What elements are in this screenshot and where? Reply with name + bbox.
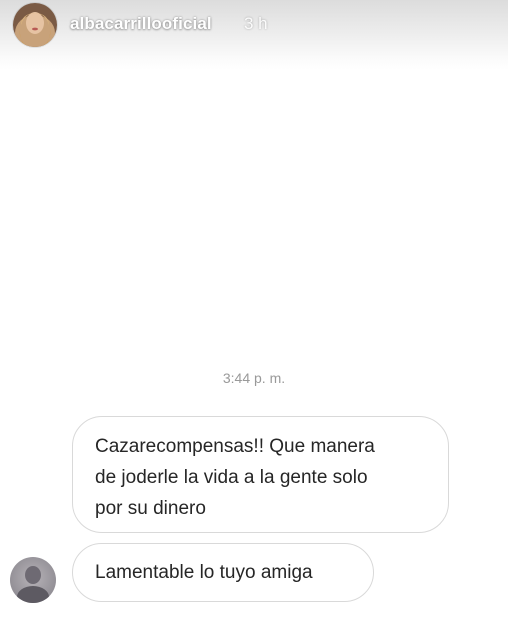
- message-line: Cazarecompensas!! Que manera: [95, 436, 375, 457]
- story-header: albacarrillooficial 3 h: [0, 0, 508, 70]
- message-line: de joderle la vida a la gente solo: [95, 467, 368, 488]
- sender-avatar[interactable]: [10, 557, 56, 603]
- message-bubble[interactable]: Cazarecompensas!! Que manera de joderle …: [72, 416, 449, 533]
- profile-photo-avatar-icon: [13, 3, 57, 47]
- story-time-ago: 3 h: [244, 14, 268, 33]
- story-avatar[interactable]: [13, 3, 57, 47]
- message-text: Lamentable lo tuyo amiga: [95, 562, 313, 583]
- message-timestamp: 3:44 p. m.: [222, 370, 286, 386]
- message-bubble[interactable]: Lamentable lo tuyo amiga: [72, 543, 374, 602]
- message-line: por su dinero: [95, 498, 206, 519]
- story-username[interactable]: albacarrillooficial: [70, 14, 212, 34]
- blurred-profile-avatar-icon: [10, 557, 56, 603]
